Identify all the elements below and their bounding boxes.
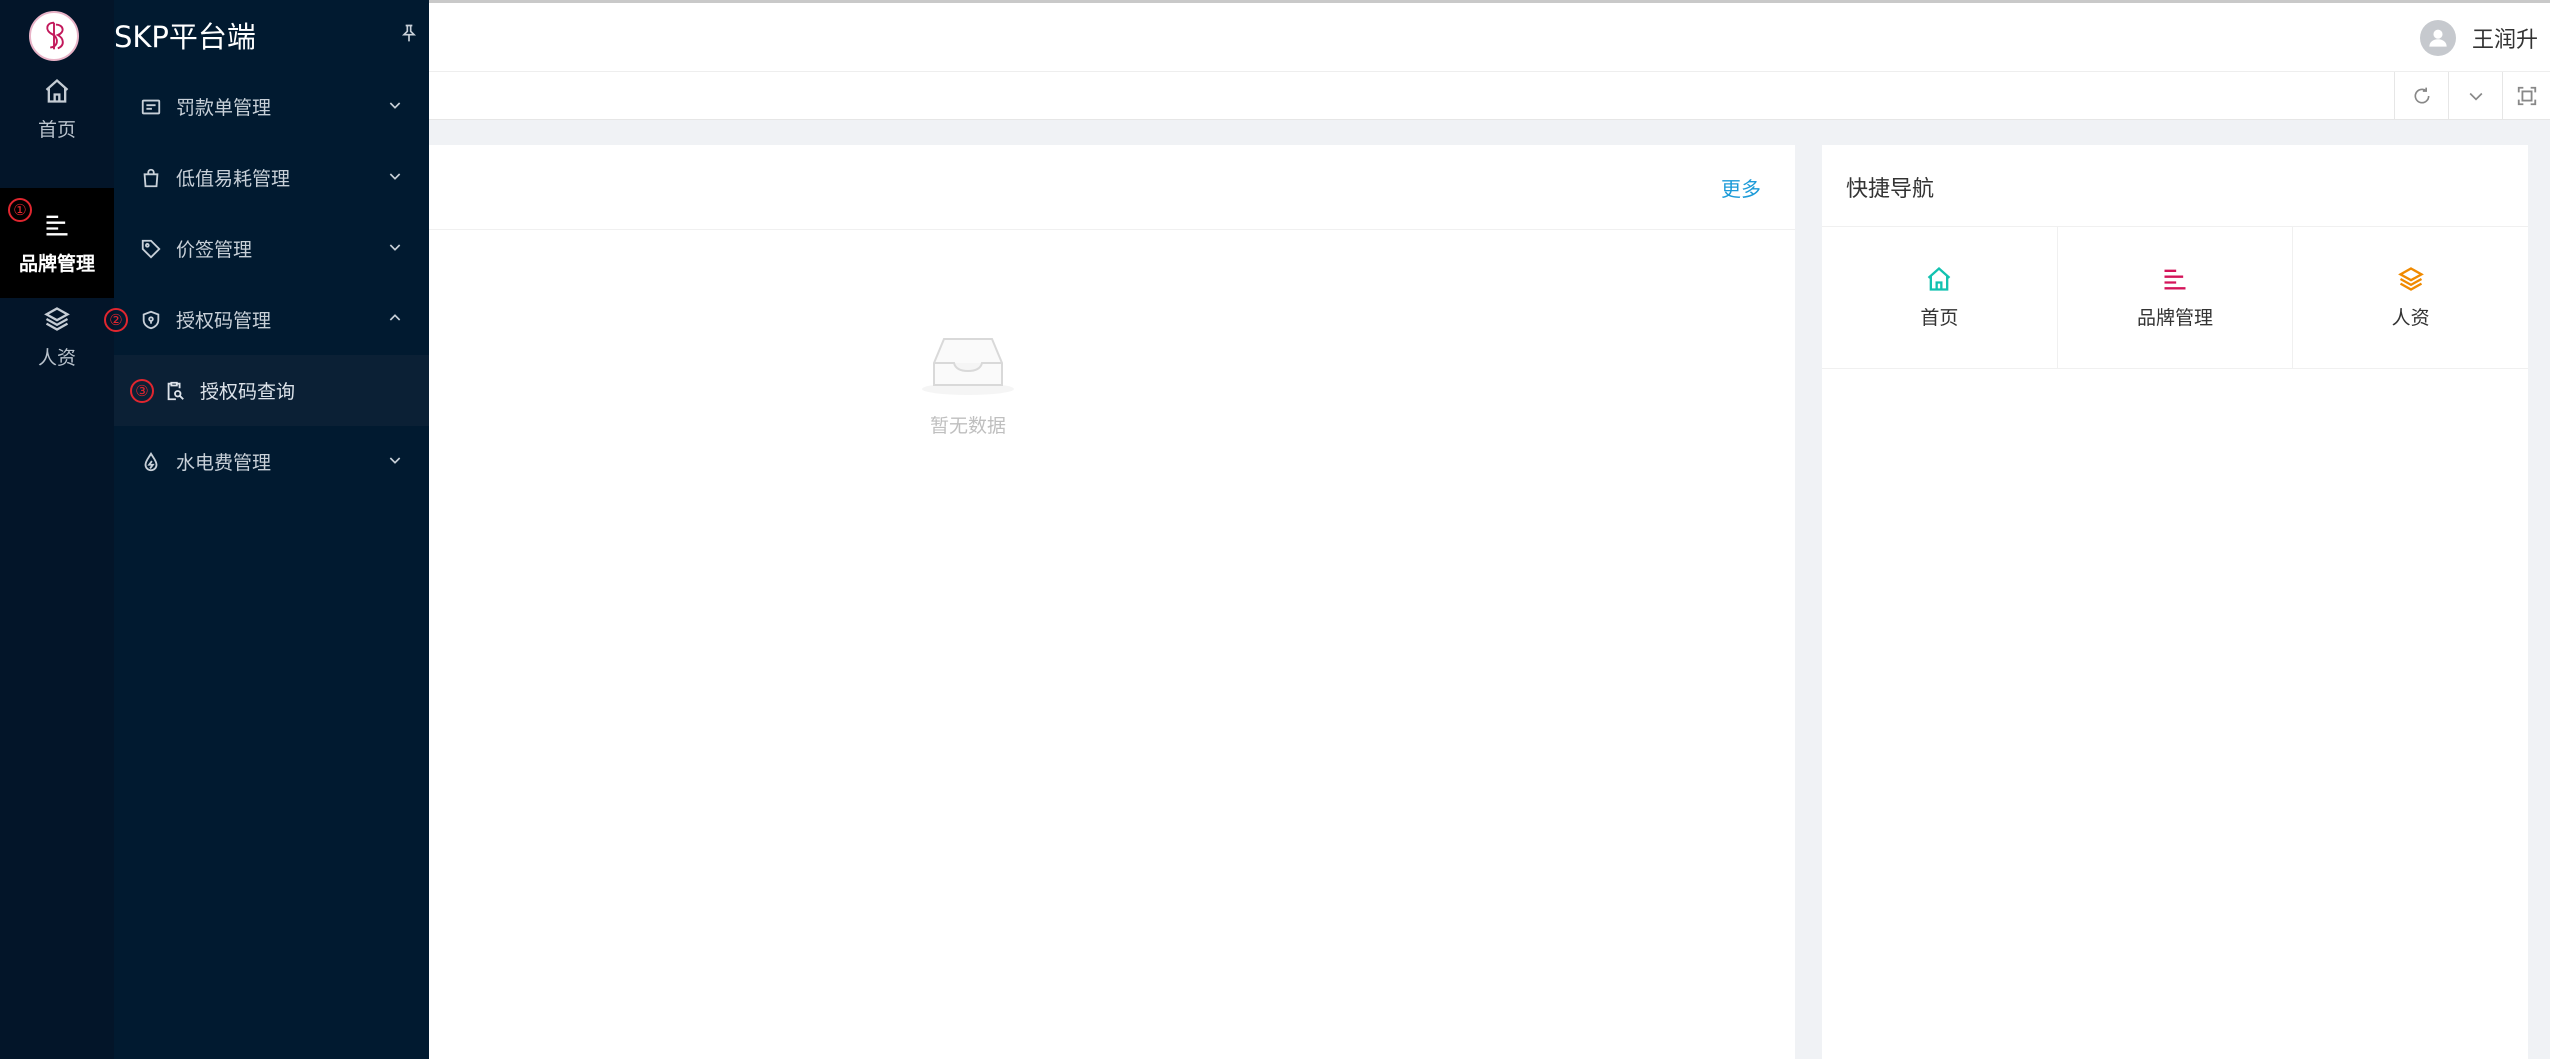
menu-item-utilities[interactable]: 水电费管理 xyxy=(114,426,429,497)
quick-nav-title: 快捷导航 xyxy=(1846,177,1935,202)
menu-item-auth-code-query[interactable]: 授权码查询 xyxy=(114,355,429,426)
refresh-icon[interactable] xyxy=(2394,72,2448,120)
menu-item-price-tags[interactable]: 价签管理 xyxy=(114,213,429,284)
menu-item-label: 授权码查询 xyxy=(200,381,296,403)
secondary-menu-panel: SKP平台端 罚款单管理 低值易耗管理 价签管理 授权码管理 授权码查询 水电费… xyxy=(114,0,429,1059)
quick-nav-label: 品牌管理 xyxy=(2137,307,2214,329)
chevron-down-icon xyxy=(387,452,403,472)
annotation-marker: ① xyxy=(8,198,32,222)
menu-item-label: 授权码管理 xyxy=(176,310,272,332)
sidebar-item-label: 人资 xyxy=(37,346,76,369)
menu-item-label: 水电费管理 xyxy=(176,452,272,474)
more-link[interactable]: 更多 xyxy=(1721,173,1761,202)
quick-nav-card: 快捷导航 首页 品牌管理 人资 xyxy=(1822,145,2528,1059)
list-align-icon xyxy=(46,215,68,235)
layers-icon xyxy=(2397,267,2424,291)
pin-icon[interactable] xyxy=(399,22,419,48)
home-icon xyxy=(1928,266,1951,291)
layers-icon xyxy=(44,306,70,331)
primary-sidebar: 首页 品牌管理 人资 xyxy=(0,0,114,1059)
chevron-down-icon[interactable] xyxy=(2448,72,2502,120)
shopping-bag-icon xyxy=(138,165,164,191)
empty-state: 暂无数据 xyxy=(918,333,1018,438)
chevron-down-icon xyxy=(387,97,403,117)
user-name[interactable]: 王润升 xyxy=(2472,22,2538,54)
quick-nav-header: 快捷导航 xyxy=(1822,145,2528,227)
quick-nav-label: 人资 xyxy=(2391,307,2430,329)
quick-nav-brand[interactable]: 品牌管理 xyxy=(2058,227,2294,368)
sidebar-item-label: 品牌管理 xyxy=(18,252,95,275)
quick-nav-label: 首页 xyxy=(1920,307,1959,329)
chevron-down-icon xyxy=(387,168,403,188)
price-tag-icon xyxy=(138,236,164,262)
sidebar-item-hr[interactable]: 人资 xyxy=(0,282,114,392)
menu-item-fine-orders[interactable]: 罚款单管理 xyxy=(114,71,429,142)
menu-item-label: 低值易耗管理 xyxy=(176,168,291,190)
sidebar-item-label: 首页 xyxy=(37,118,76,141)
quick-nav-hr[interactable]: 人资 xyxy=(2293,227,2528,368)
menu-item-consumables[interactable]: 低值易耗管理 xyxy=(114,142,429,213)
annotation-marker: ③ xyxy=(130,379,154,403)
home-icon xyxy=(45,78,69,103)
shield-icon xyxy=(138,307,164,333)
menu-item-label: 罚款单管理 xyxy=(176,97,272,119)
list-align-icon xyxy=(2164,269,2186,290)
chevron-up-icon xyxy=(387,310,403,330)
user-menu[interactable]: 王润升 xyxy=(2419,19,2538,57)
user-avatar-icon[interactable] xyxy=(2419,20,2456,56)
menu-item-auth-codes[interactable]: 授权码管理 xyxy=(114,284,429,355)
quick-nav-grid: 首页 品牌管理 人资 xyxy=(1822,227,2528,369)
empty-inbox-icon xyxy=(922,338,1014,395)
quick-nav-home[interactable]: 首页 xyxy=(1822,227,2058,368)
fullscreen-icon[interactable] xyxy=(2502,72,2550,120)
annotation-marker: ② xyxy=(104,308,128,332)
form-card-icon xyxy=(138,94,164,120)
sidebar-item-home[interactable]: 首页 xyxy=(0,54,114,164)
empty-text: 暂无数据 xyxy=(929,415,1006,437)
water-drop-icon xyxy=(138,449,164,475)
chevron-down-icon xyxy=(387,239,403,259)
document-search-icon xyxy=(162,378,188,404)
app-title: SKP平台端 xyxy=(114,20,256,54)
menu-item-label: 价签管理 xyxy=(176,239,253,261)
